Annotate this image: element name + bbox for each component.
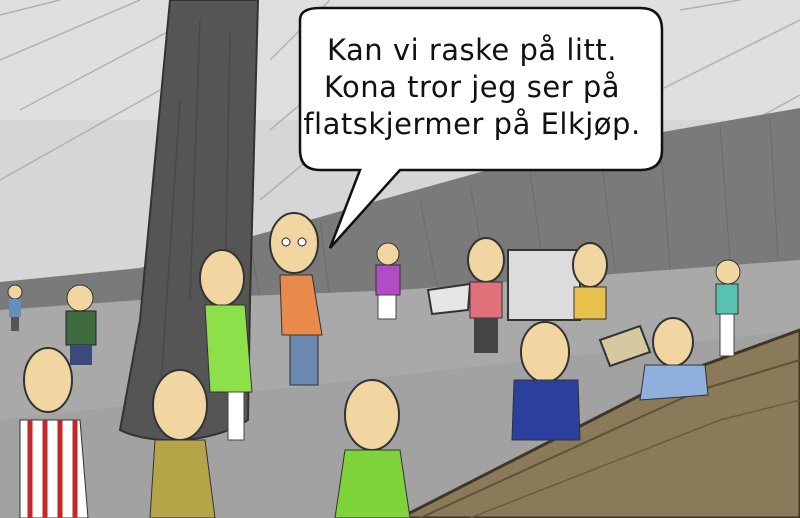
comic-panel: Kan vi raske på litt. Kona tror jeg ser …	[0, 0, 800, 518]
shopping-basket	[426, 282, 472, 316]
speech-line-3: flatskjermer på Elkjøp.	[303, 107, 641, 141]
speech-line-2: Kona tror jeg ser på	[323, 70, 621, 104]
character-purple-shirt	[375, 242, 401, 320]
character-green-jacket	[65, 284, 97, 365]
speech-line-1: Kan vi raske på litt.	[327, 33, 617, 67]
character-yellow-shirt	[572, 242, 608, 320]
character-olive-shirt	[149, 369, 216, 518]
speech-bubble-text: Kan vi raske på litt. Kona tror jeg ser …	[292, 32, 652, 143]
doorway	[507, 249, 581, 321]
